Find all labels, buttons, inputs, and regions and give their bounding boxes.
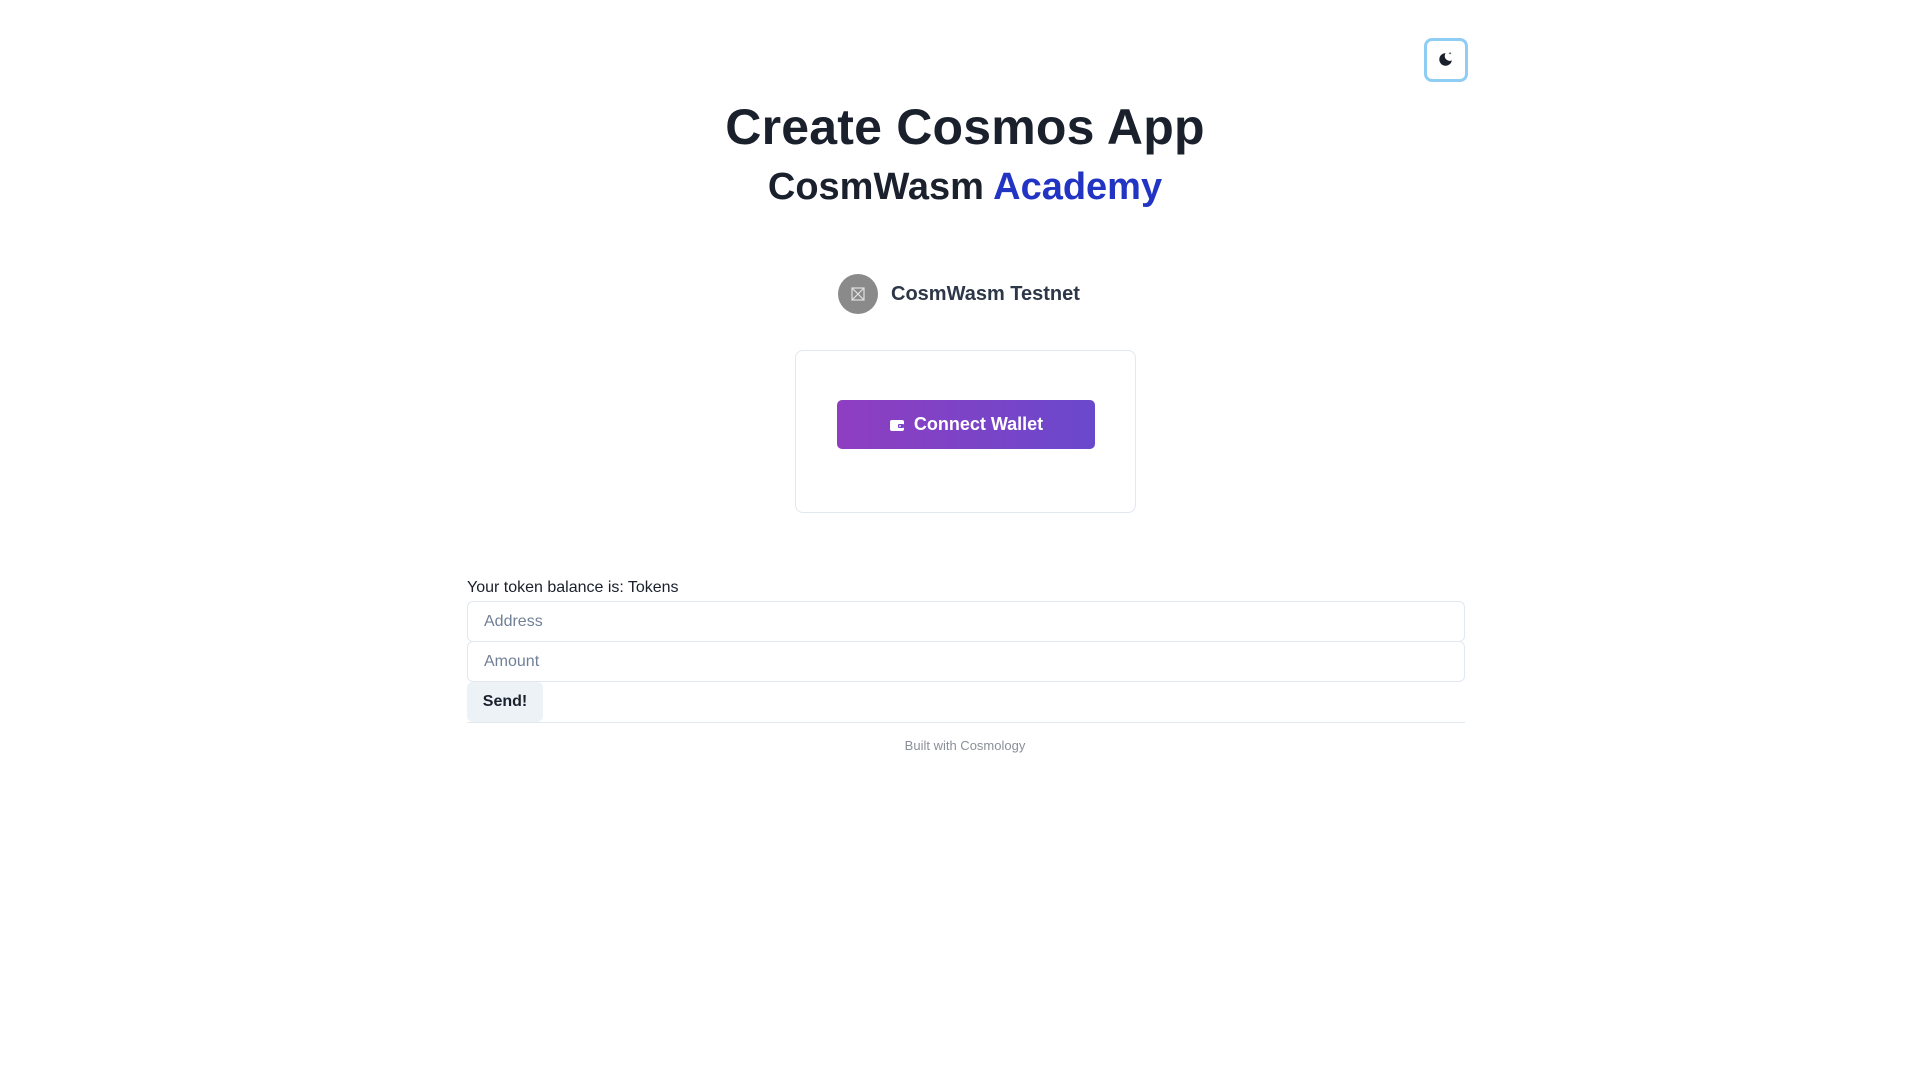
footer-divider bbox=[467, 722, 1465, 723]
theme-toggle-button[interactable] bbox=[1424, 38, 1468, 82]
footer-text: Built with Cosmology bbox=[904, 738, 1026, 753]
page: Create Cosmos App CosmWasm Academy CosmW… bbox=[0, 0, 1920, 1080]
wallet-icon bbox=[889, 418, 905, 432]
balance-label: Your token balance is: bbox=[467, 579, 624, 596]
connect-wallet-label: Connect Wallet bbox=[913, 414, 1044, 434]
address-input[interactable] bbox=[467, 601, 1465, 642]
moon-icon bbox=[1437, 50, 1455, 71]
broken-image-icon bbox=[838, 274, 878, 314]
send-button[interactable]: Send! bbox=[467, 682, 543, 722]
connect-wallet-button[interactable]: Connect Wallet bbox=[837, 400, 1095, 449]
page-subtitle: CosmWasm Academy bbox=[0, 166, 1920, 209]
balance-unit: Tokens bbox=[627, 579, 679, 596]
subtitle-accent: Academy bbox=[993, 166, 1163, 208]
chain-name: CosmWasm Testnet bbox=[891, 282, 1080, 305]
subtitle-main: CosmWasm bbox=[767, 166, 984, 208]
token-balance: Your token balance is: Tokens bbox=[467, 579, 679, 597]
amount-input[interactable] bbox=[467, 641, 1465, 682]
page-title: Create Cosmos App bbox=[725, 99, 1205, 155]
chain-selector: CosmWasm Testnet bbox=[838, 274, 1080, 314]
wallet-card: Connect Wallet bbox=[795, 350, 1136, 513]
